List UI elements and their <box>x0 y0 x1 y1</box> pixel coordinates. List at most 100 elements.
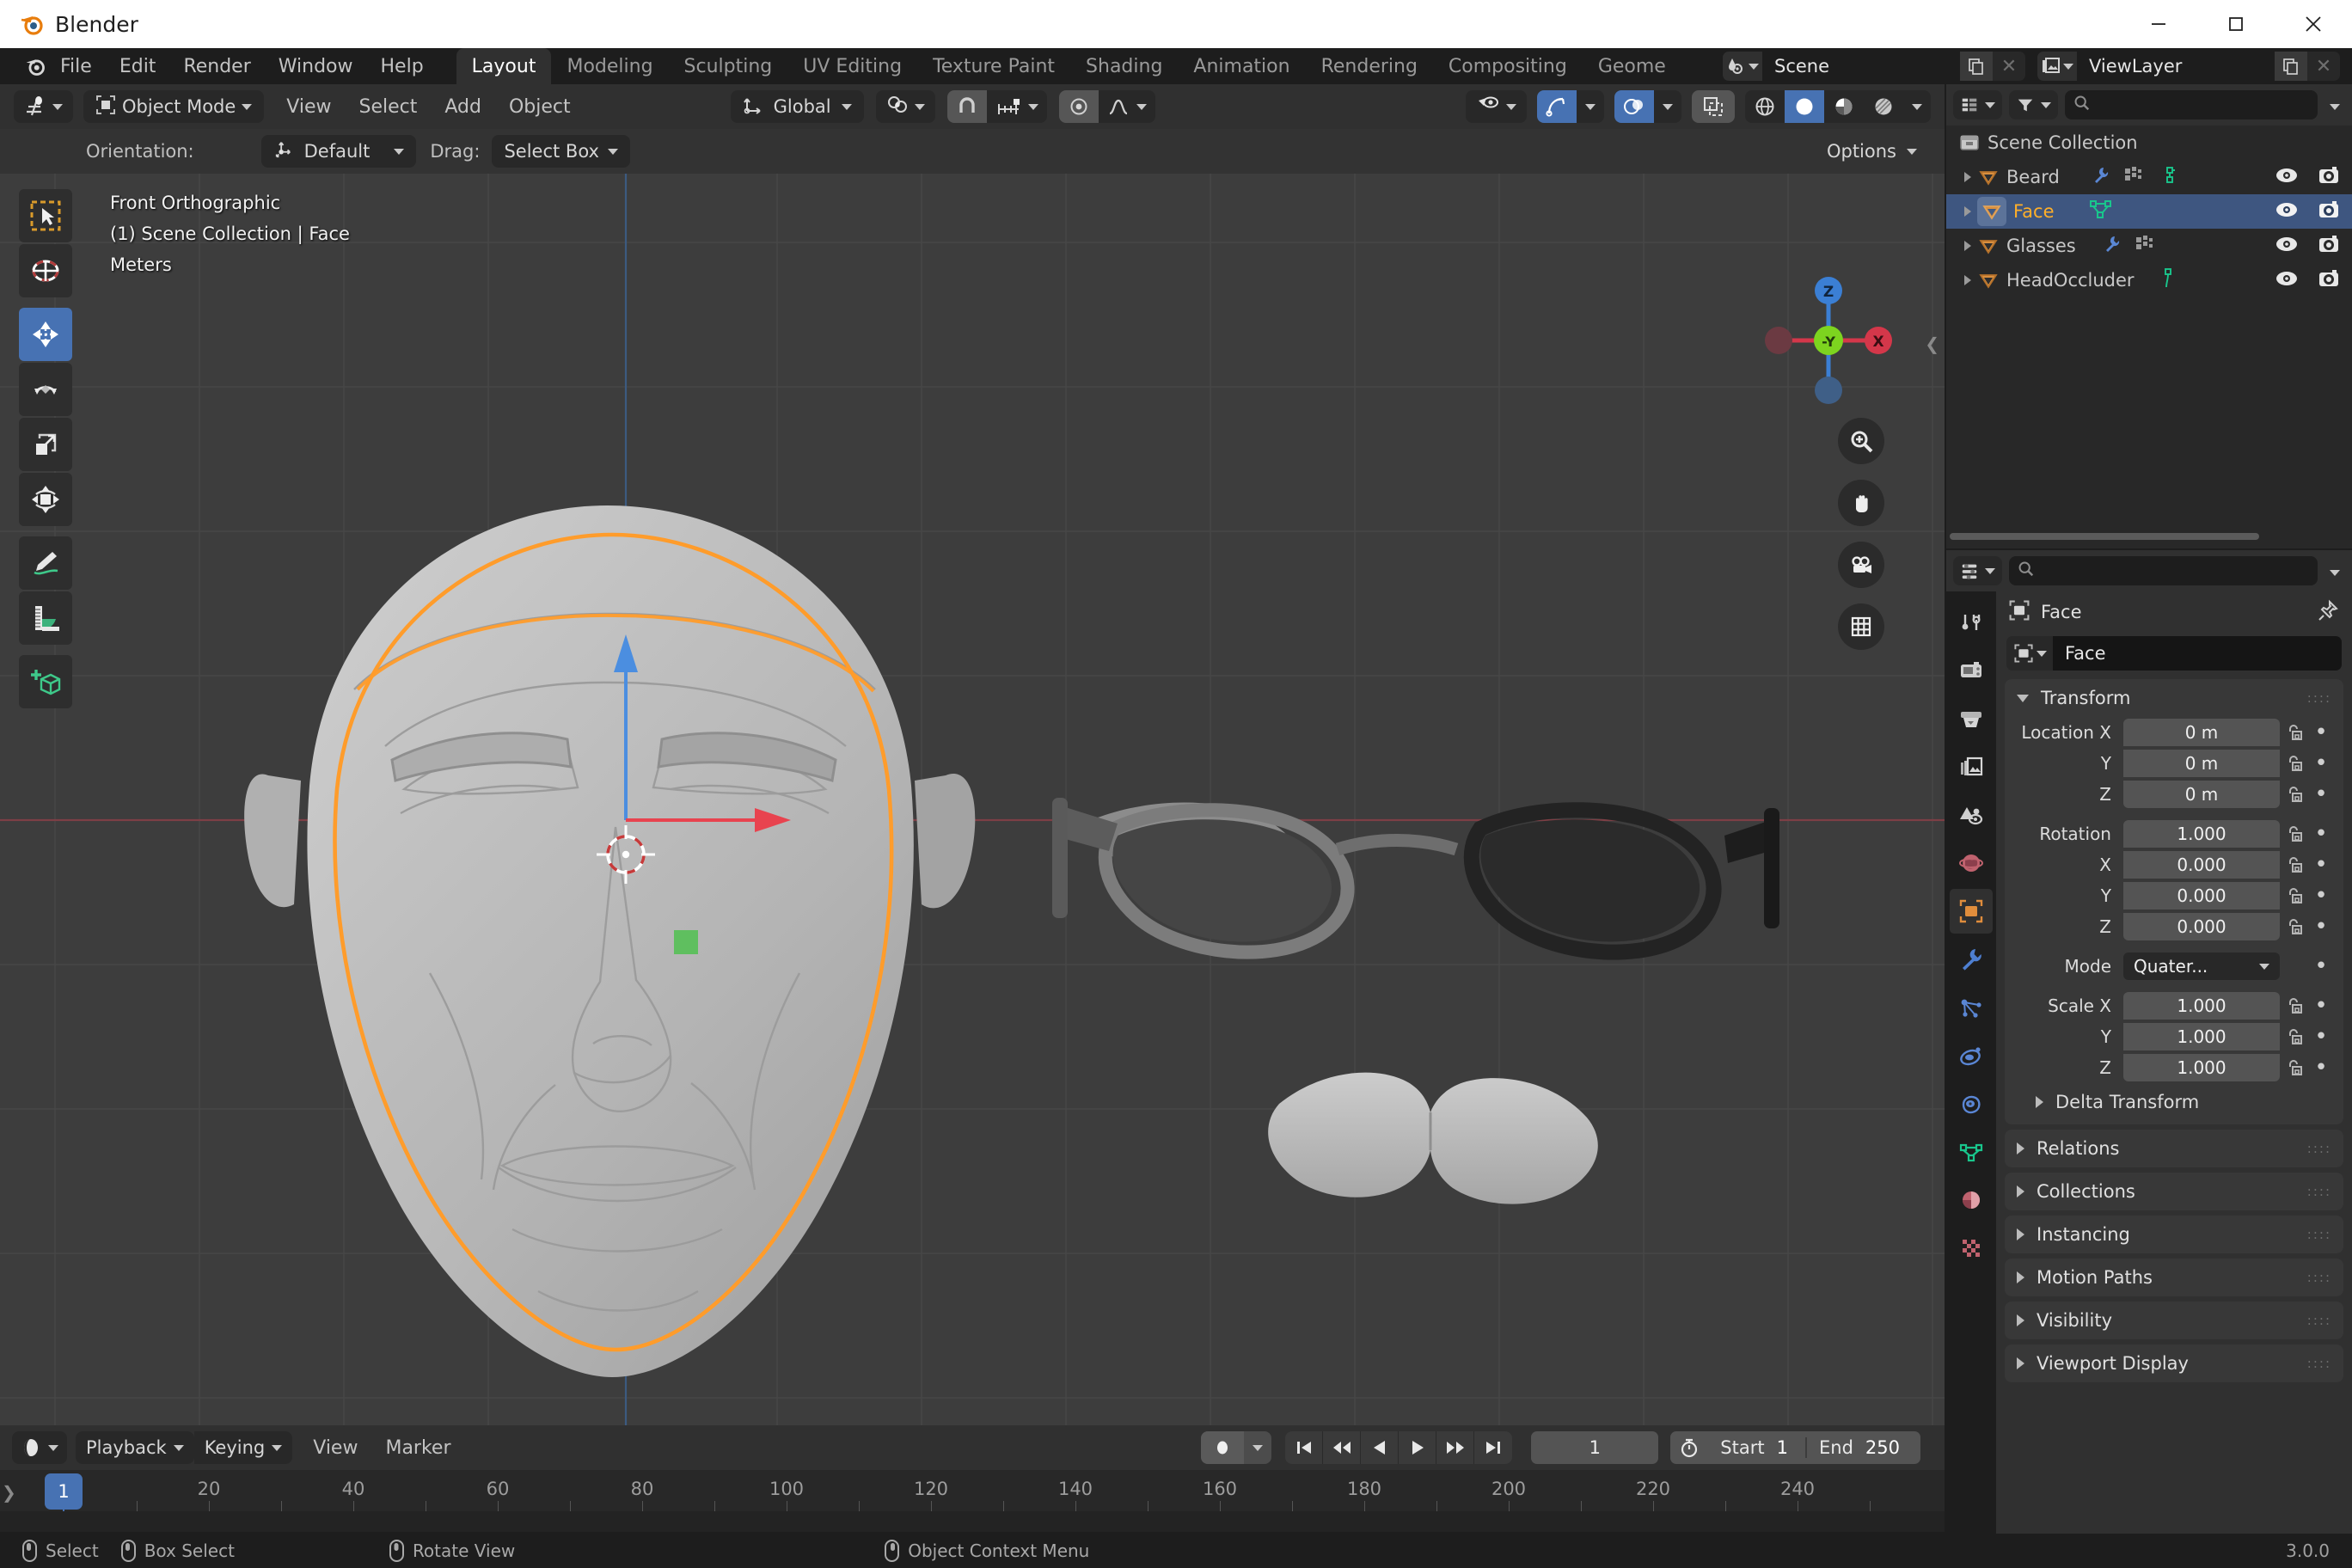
measure-tool[interactable] <box>19 591 72 645</box>
eye-open-icon[interactable] <box>2275 166 2299 189</box>
3d-viewport[interactable]: Object Mode View Select Add Object Globa… <box>0 84 1945 1425</box>
outliner-item-beard[interactable]: Beard <box>1946 160 2352 194</box>
properties-tab-world[interactable] <box>1950 841 1993 885</box>
animate-dot-icon[interactable]: • <box>2309 821 2333 847</box>
rotation-x-field[interactable]: 0.000 <box>2123 851 2280 879</box>
properties-tab-material[interactable] <box>1950 1178 1993 1222</box>
cursor-tool[interactable] <box>19 244 72 297</box>
instancing-panel-header[interactable]: Instancing :::: <box>2005 1216 2343 1253</box>
rotate-tool[interactable] <box>19 363 72 416</box>
scale-y-field[interactable]: 1.000 <box>2123 1023 2280 1050</box>
wireframe-icon[interactable] <box>1745 90 1785 123</box>
rotation-z-field[interactable]: 0.000 <box>2123 913 2280 940</box>
tab-uv-editing[interactable]: UV Editing <box>787 48 917 84</box>
eye-open-icon[interactable] <box>2275 200 2299 224</box>
tab-shading[interactable]: Shading <box>1070 48 1178 84</box>
playback-dropdown[interactable]: Playback <box>76 1431 194 1464</box>
disclosure-triangle-icon[interactable] <box>1964 241 1971 251</box>
timeline-ruler[interactable]: 20 40 60 80 100 120 140 160 180 200 220 … <box>0 1470 1945 1511</box>
animate-dot-icon[interactable]: • <box>2309 750 2333 776</box>
lock-icon[interactable] <box>2280 996 2309 1015</box>
timeline-playhead[interactable]: 1 <box>45 1473 83 1510</box>
drag-grip-icon[interactable]: :::: <box>2307 1227 2331 1242</box>
animate-dot-icon[interactable]: • <box>2309 852 2333 878</box>
editor-type-3dview-icon[interactable] <box>14 90 73 123</box>
menu-edit[interactable]: Edit <box>106 48 170 84</box>
scale-z-field[interactable]: 1.000 <box>2123 1054 2280 1081</box>
modifier-data-icon[interactable] <box>2123 165 2144 190</box>
timeline-menu-view[interactable]: View <box>299 1430 371 1466</box>
stopwatch-icon[interactable] <box>1670 1437 1708 1458</box>
scale-x-field[interactable]: 1.000 <box>2123 992 2280 1020</box>
tab-geometry-nodes[interactable]: Geome <box>1583 48 1681 84</box>
tab-layout[interactable]: Layout <box>456 48 552 84</box>
viewport-options-dropdown[interactable]: Options <box>1815 135 1929 168</box>
play-reverse-icon[interactable] <box>1361 1431 1399 1464</box>
transform-tool[interactable] <box>19 473 72 526</box>
transform-orientation-dropdown[interactable]: Global <box>731 90 864 123</box>
properties-tab-data[interactable] <box>1950 1130 1993 1174</box>
transform-panel-header[interactable]: Transform :::: <box>2005 679 2343 717</box>
tab-modeling[interactable]: Modeling <box>551 48 668 84</box>
maximize-icon[interactable] <box>2197 0 2275 48</box>
properties-search-input[interactable] <box>2009 556 2318 585</box>
drag-grip-icon[interactable]: :::: <box>2307 690 2331 706</box>
jump-end-icon[interactable] <box>1474 1431 1512 1464</box>
shading-options-chevron-icon[interactable] <box>1903 90 1931 123</box>
visibility-panel[interactable]: Visibility :::: <box>2005 1302 2343 1339</box>
location-y-field[interactable]: 0 m <box>2123 750 2280 777</box>
proportional-edit-icon[interactable] <box>1059 90 1099 123</box>
viewport-menu-select[interactable]: Select <box>346 89 432 125</box>
lock-icon[interactable] <box>2280 824 2309 843</box>
move-tool[interactable] <box>19 308 72 361</box>
outliner-horizontal-scrollbar[interactable] <box>1950 533 2349 540</box>
zoom-icon[interactable] <box>1838 418 1884 464</box>
modifier-data-icon[interactable] <box>2135 234 2155 259</box>
viewport-menu-object[interactable]: Object <box>495 89 585 125</box>
eye-open-icon[interactable] <box>2275 269 2299 292</box>
outliner-item-glasses[interactable]: Glasses <box>1946 229 2352 263</box>
navigation-gizmo[interactable]: Z X -Y <box>1760 272 1897 409</box>
outliner-search-input[interactable] <box>2065 90 2318 119</box>
outliner-filter-chevron-icon[interactable] <box>2324 97 2345 113</box>
animate-dot-icon[interactable]: • <box>2309 883 2333 909</box>
animate-dot-icon[interactable]: • <box>2309 720 2333 745</box>
drag-grip-icon[interactable]: :::: <box>2307 1270 2331 1285</box>
animate-dot-icon[interactable]: • <box>2309 781 2333 807</box>
outliner-icon[interactable] <box>1953 90 2002 119</box>
collections-panel-header[interactable]: Collections :::: <box>2005 1173 2343 1210</box>
duplicate-icon[interactable] <box>2275 52 2307 81</box>
relations-panel[interactable]: Relations :::: <box>2005 1130 2343 1167</box>
material-preview-icon[interactable] <box>1824 90 1864 123</box>
timeline-editor[interactable]: Playback Keying View Marker <box>0 1425 1945 1532</box>
scale-tool[interactable] <box>19 418 72 471</box>
lock-icon[interactable] <box>2280 785 2309 804</box>
disclosure-triangle-icon[interactable] <box>1964 275 1971 285</box>
lock-icon[interactable] <box>2280 886 2309 905</box>
rotation-mode-dropdown[interactable]: Quater... <box>2123 952 2280 980</box>
overlays-icon[interactable] <box>1614 90 1654 123</box>
mesh-data-partial-icon[interactable] <box>2156 165 2177 190</box>
camera-render-icon[interactable] <box>2318 165 2340 190</box>
pan-hand-icon[interactable] <box>1838 480 1884 526</box>
animate-dot-icon[interactable]: • <box>2309 914 2333 940</box>
record-keyframe-icon[interactable] <box>1201 1431 1244 1464</box>
viewlayer-icon[interactable] <box>2037 52 2077 81</box>
drag-grip-icon[interactable]: :::: <box>2307 1356 2331 1371</box>
camera-render-icon[interactable] <box>2318 199 2340 224</box>
properties-tab-texture[interactable] <box>1950 1226 1993 1271</box>
snap-magnet-icon[interactable] <box>947 90 987 123</box>
drag-grip-icon[interactable]: :::: <box>2307 1313 2331 1328</box>
outliner-root-scene-collection[interactable]: Scene Collection <box>1946 126 2352 160</box>
menu-window[interactable]: Window <box>265 48 367 84</box>
close-icon[interactable] <box>2275 0 2352 48</box>
lock-icon[interactable] <box>2280 1058 2309 1077</box>
properties-tab-tool[interactable] <box>1950 600 1993 645</box>
outliner-editor[interactable]: Scene Collection Beard <box>1946 84 2352 548</box>
rotation-y-field[interactable]: 0.000 <box>2123 882 2280 910</box>
properties-tab-physics[interactable] <box>1950 1033 1993 1078</box>
viewport-sidebar-toggle[interactable]: ❮ <box>1925 334 1939 354</box>
x-icon[interactable]: ✕ <box>2307 52 2340 81</box>
object-visibility-dropdown[interactable] <box>1466 90 1527 123</box>
tweak-tool[interactable] <box>19 189 72 242</box>
